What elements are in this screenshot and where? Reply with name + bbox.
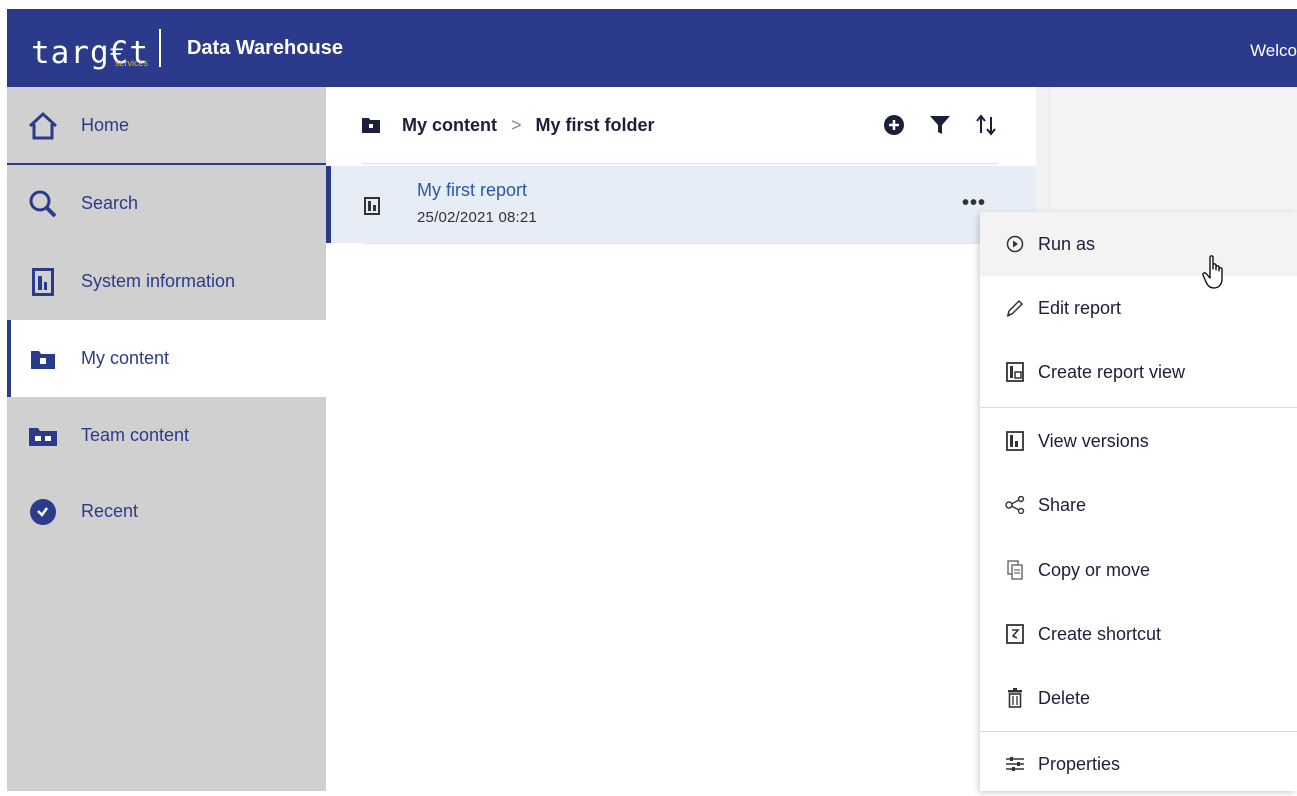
recent-clock-icon [23,492,63,532]
home-icon [23,106,63,146]
search-icon [23,184,63,224]
menu-item-label: Properties [1038,753,1121,774]
report-title[interactable]: My first report [417,180,527,201]
table-row[interactable]: My first report 25/02/2021 08:21 ••• [326,166,1036,243]
menu-item-label: Run as [1038,233,1096,254]
sidebar-item-home[interactable]: Home [7,87,326,165]
logo-divider [158,29,161,67]
hand-cursor-icon [1202,255,1228,296]
menu-item-create-shortcut[interactable]: Create shortcut [980,602,1297,666]
breadcrumb-current: My first folder [535,114,655,135]
sidebar-item-label: My content [81,348,170,368]
menu-item-properties[interactable]: Properties [980,732,1297,796]
welcome-text: Welco [1250,41,1297,60]
sidebar-item-system-information[interactable]: System information [7,243,326,320]
menu-item-copy-or-move[interactable]: Copy or move [980,538,1297,602]
sidebar-item-team-content[interactable]: Team content [7,397,326,474]
menu-item-create-report-view[interactable]: Create report view [980,340,1297,404]
app-title: Data Warehouse [186,36,343,59]
menu-item-run-as[interactable]: Run as [980,212,1297,276]
target-logo[interactable]: targ€t services [31,23,149,73]
menu-item-label: Delete [1038,687,1091,708]
menu-item-view-versions[interactable]: View versions [980,409,1297,473]
right-panel-card [1049,87,1297,209]
sidebar-item-label: Home [81,115,130,135]
row-divider [364,243,999,244]
menu-item-delete[interactable]: Delete [980,666,1297,730]
system-info-icon [23,262,63,302]
menu-item-label: Create shortcut [1038,623,1162,644]
menu-item-share[interactable]: Share [980,473,1297,537]
sort-icon[interactable] [974,113,998,137]
menu-item-label: Edit report [1038,297,1122,318]
breadcrumb-root[interactable]: My content [402,115,497,136]
sidebar: Home Search System information My conten… [7,87,326,791]
run-play-icon [1004,233,1026,255]
context-menu: Run as Edit report Create report view Vi… [980,212,1297,791]
trash-icon [1004,687,1026,709]
sidebar-item-label: Search [81,193,139,213]
content-panel: My content > My first folder My first re… [326,87,1036,791]
breadcrumb: My content > My first folder [362,87,998,164]
team-content-folder-icon [23,416,63,456]
breadcrumb-separator: > [511,114,522,135]
menu-item-label: View versions [1038,430,1149,451]
sidebar-item-search[interactable]: Search [7,165,326,242]
sidebar-item-label: Recent [81,501,139,521]
pencil-icon [1004,297,1026,319]
add-icon[interactable] [882,113,906,137]
sidebar-item-label: Team content [81,425,190,445]
filter-icon[interactable] [928,113,952,137]
folder-icon [362,117,380,133]
shortcut-icon [1004,623,1026,645]
report-view-icon [1004,361,1026,383]
versions-icon [1004,430,1026,452]
report-icon [364,197,380,220]
menu-item-label: Copy or move [1038,559,1151,580]
report-timestamp: 25/02/2021 08:21 [417,209,537,226]
logo-subtitle: services [115,58,149,68]
menu-item-label: Share [1038,494,1087,515]
sidebar-item-label: System information [81,271,236,291]
menu-separator [980,407,1297,408]
sidebar-item-my-content[interactable]: My content [7,320,326,397]
content-toolbar [882,113,998,137]
menu-item-label: Create report view [1038,361,1186,382]
share-icon [1004,494,1026,516]
sidebar-item-recent[interactable]: Recent [7,473,326,550]
my-content-folder-icon [23,339,63,379]
menu-item-edit-report[interactable]: Edit report [980,276,1297,340]
app-header: targ€t services Data Warehouse Welco [7,9,1297,87]
properties-sliders-icon [1004,753,1026,775]
copy-icon [1004,559,1026,581]
